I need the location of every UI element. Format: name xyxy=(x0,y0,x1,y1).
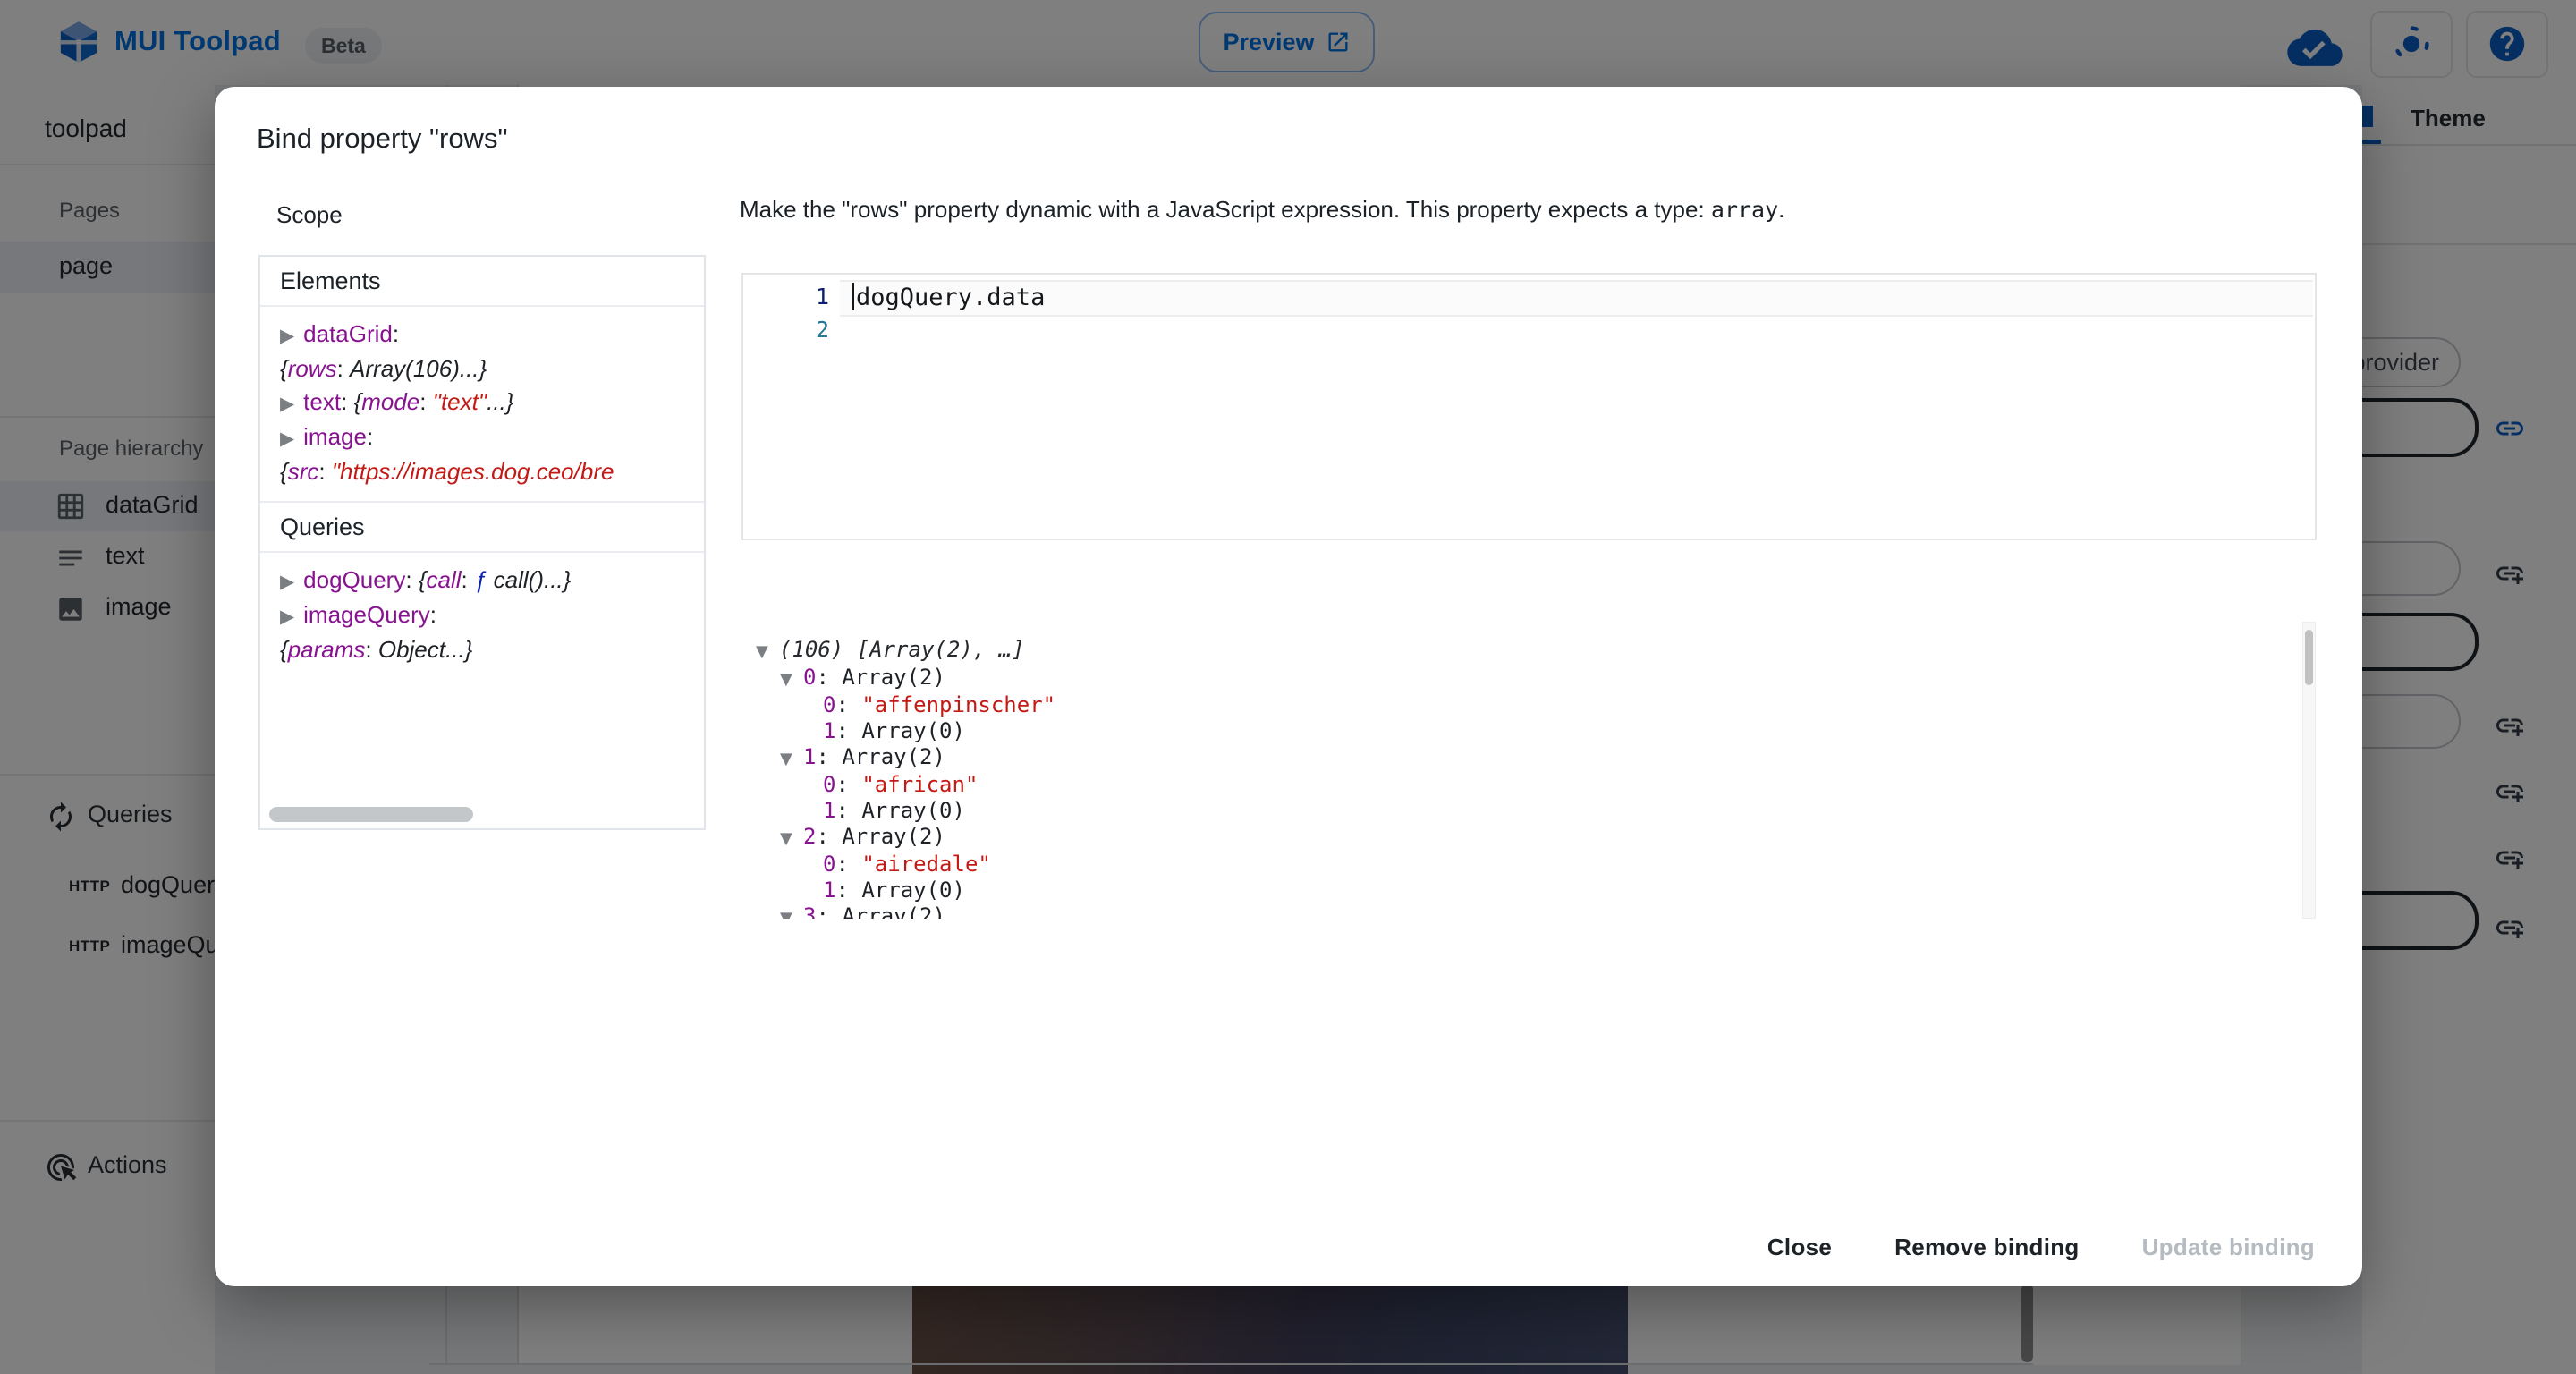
queries-section-header[interactable]: Queries xyxy=(260,501,704,553)
tree-row-imagequery[interactable]: ▶imageQuery: xyxy=(280,598,704,633)
tree-row-text[interactable]: ▶text: {mode: "text"...} xyxy=(280,386,704,420)
line-number-1: 1 xyxy=(743,284,829,310)
result-row: 0: "airedale" xyxy=(748,852,2316,878)
result-row: 1: Array(0) xyxy=(748,798,2316,824)
horizontal-scrollbar[interactable] xyxy=(269,807,473,822)
dialog-actions: Close Remove binding Update binding xyxy=(1755,1225,2327,1270)
result-row: 1: Array(0) xyxy=(748,718,2316,744)
elements-section-header[interactable]: Elements xyxy=(260,257,704,307)
result-vertical-scrollbar[interactable] xyxy=(2302,622,2316,919)
result-row[interactable]: ▼0: Array(2) xyxy=(748,665,2316,692)
result-row[interactable]: ▼3: Array(2) xyxy=(748,903,2316,919)
app-root: MUI Toolpad Beta Preview xyxy=(0,0,2576,1374)
line-number-2: 2 xyxy=(743,317,829,343)
tree-row-datagrid-preview: {rows: Array(106)...} xyxy=(280,352,704,386)
remove-binding-button[interactable]: Remove binding xyxy=(1882,1225,2091,1270)
elements-tree: ▶dataGrid: {rows: Array(106)...} ▶text: … xyxy=(260,307,704,501)
tree-row-image-preview: {src: "https://images.dog.ceo/bre xyxy=(280,455,704,488)
expression-code[interactable]: dogQuery.data xyxy=(856,284,1045,311)
bind-property-dialog: Bind property "rows" Scope Elements ▶dat… xyxy=(215,87,2362,1286)
tree-row-datagrid[interactable]: ▶dataGrid: xyxy=(280,318,704,352)
result-row[interactable]: ▼2: Array(2) xyxy=(748,824,2316,852)
current-line-highlight xyxy=(840,280,2313,317)
close-button[interactable]: Close xyxy=(1755,1225,1844,1270)
result-row[interactable]: ▼1: Array(2) xyxy=(748,744,2316,772)
scope-label: Scope xyxy=(276,201,343,229)
expected-type: array xyxy=(1711,197,1778,223)
result-row: 0: "african" xyxy=(748,772,2316,798)
result-row: 0: "affenpinscher" xyxy=(748,692,2316,718)
result-row: 1: Array(0) xyxy=(748,878,2316,903)
scrollbar-thumb[interactable] xyxy=(2305,630,2313,685)
tree-row-dogquery[interactable]: ▶dogQuery: {call: ƒ call()...} xyxy=(280,564,704,598)
scope-explorer-panel: Elements ▶dataGrid: {rows: Array(106)...… xyxy=(258,255,706,830)
queries-tree: ▶dogQuery: {call: ƒ call()...} ▶imageQue… xyxy=(260,553,704,679)
description-period: . xyxy=(1778,196,1784,223)
description-text: Make the "rows" property dynamic with a … xyxy=(740,196,1711,223)
tree-row-image[interactable]: ▶image: xyxy=(280,420,704,455)
evaluation-result-tree: ▼(106) [Array(2), …] ▼0: Array(2) 0: "af… xyxy=(748,622,2316,919)
dialog-description: Make the "rows" property dynamic with a … xyxy=(740,196,1784,224)
update-binding-button[interactable]: Update binding xyxy=(2130,1225,2327,1270)
result-row[interactable]: ▼(106) [Array(2), …] xyxy=(748,637,2316,665)
tree-row-imagequery-preview: {params: Object...} xyxy=(280,633,704,666)
js-expression-editor[interactable]: 1 2 dogQuery.data xyxy=(741,273,2317,540)
text-cursor xyxy=(852,283,854,310)
dialog-title: Bind property "rows" xyxy=(257,123,507,155)
